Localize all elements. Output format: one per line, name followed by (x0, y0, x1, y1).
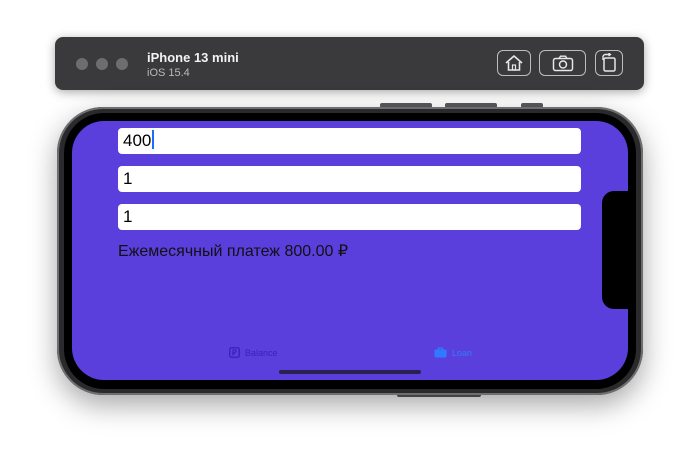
stage: iPhone 13 mini iOS 15.4 400 1 1 Ежемесяч… (0, 0, 700, 476)
loan-amount-value: 400 (123, 131, 152, 150)
ruble-sign-icon (229, 347, 240, 358)
camera-icon (552, 55, 573, 71)
interest-rate-input[interactable]: 1 (118, 204, 581, 230)
briefcase-icon (434, 347, 447, 358)
monthly-payment-label: Ежемесячный платеж 800.00 ₽ (118, 243, 349, 260)
loan-term-value: 1 (123, 169, 133, 188)
tab-balance[interactable]: Balance (229, 347, 278, 358)
rotate-button[interactable] (595, 50, 623, 76)
tab-balance-label: Balance (245, 347, 278, 358)
home-indicator[interactable] (279, 370, 421, 374)
text-caret (152, 130, 154, 150)
minimize-window-button[interactable] (96, 58, 108, 70)
device-name: iPhone 13 mini (147, 50, 239, 65)
loan-amount-input[interactable]: 400 (118, 128, 581, 154)
home-icon (505, 55, 523, 71)
tab-loan-label: Loan (452, 347, 473, 358)
screenshot-button[interactable] (539, 50, 586, 76)
home-button[interactable] (497, 50, 531, 76)
simulator-title-bar: iPhone 13 mini iOS 15.4 (55, 37, 644, 90)
app-screen: 400 1 1 Ежемесячный платеж 800.00 ₽ Bala… (72, 121, 628, 380)
os-version: iOS 15.4 (147, 67, 190, 79)
zoom-window-button[interactable] (116, 58, 128, 70)
interest-rate-value: 1 (123, 207, 133, 226)
close-window-button[interactable] (76, 58, 88, 70)
rotate-icon (602, 53, 616, 72)
tab-loan[interactable]: Loan (434, 347, 472, 358)
loan-term-input[interactable]: 1 (118, 166, 581, 192)
camera-notch (602, 191, 628, 309)
